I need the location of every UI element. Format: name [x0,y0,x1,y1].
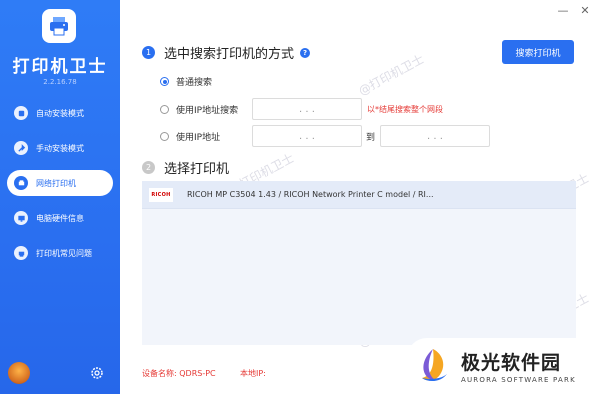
radio-ip-search[interactable]: 使用IP地址搜索 [160,103,238,116]
avatar[interactable] [8,362,30,384]
minimize-button[interactable]: — [556,4,570,18]
sidebar-item-manual-install[interactable]: 手动安装模式 [7,135,113,161]
sidebar-item-auto-install[interactable]: 自动安装模式 [7,100,113,126]
sidebar-item-label: 自动安装模式 [36,108,84,118]
printer-faq-icon [14,246,28,260]
sidebar-item-label: 手动安装模式 [36,143,84,153]
aurora-logo-icon [422,349,447,382]
brand-name-en: AURORA SOFTWARE PARK [461,376,576,384]
ricoh-logo: RICOH [149,187,173,202]
printer-list[interactable]: RICOH RICOH MP C3504 1.43 / RICOH Networ… [142,181,576,345]
ip-range-start-input[interactable]: . . . [252,125,362,147]
section-title-text: 选中搜索打印机的方式 [164,47,295,62]
search-printer-button[interactable]: 搜索打印机 [502,40,574,64]
watermark: @打印机卫士 [356,51,427,99]
sidebar-nav: 自动安装模式 手动安装模式 网络打印机 电脑硬件信息 打印机常见问题 [0,100,120,275]
range-to-label: 到 [366,133,376,143]
printer-row[interactable]: RICOH RICOH MP C3504 1.43 / RICOH Networ… [142,181,576,209]
monitor-icon [14,211,28,225]
radio-indicator[interactable] [160,77,169,86]
app-logo [42,9,76,43]
help-icon[interactable]: ? [300,47,311,58]
radio-indicator[interactable] [160,105,169,114]
section-title-text: 选择打印机 [164,162,230,177]
ip-range-end-input[interactable]: . . . [380,125,490,147]
brand-name-cn: 极光软件园 [461,352,562,374]
radio-normal-search[interactable]: 普通搜索 [160,75,212,88]
printer-logo-icon [50,17,68,36]
printer-name: RICOH MP C3504 1.43 / RICOH Network Prin… [187,190,434,199]
ip-hint-text: 以*结尾搜索整个网段 [367,105,443,114]
local-ip-label: 本地IP: [240,369,266,378]
brand-text: 极光软件园 AURORA SOFTWARE PARK [461,348,576,384]
device-name-label: 设备名称: QDRS-PC [142,369,216,378]
auto-install-icon [14,106,28,120]
step-number: 2 [142,161,155,174]
search-method-title: 1 选中搜索打印机的方式 ? [142,43,311,62]
app-version: 2.2.16.78 [43,78,77,86]
radio-label: 使用IP地址搜索 [176,106,239,116]
sidebar-item-label: 打印机常见问题 [36,248,92,258]
radio-indicator[interactable] [160,132,169,141]
sidebar-item-label: 电脑硬件信息 [36,213,84,223]
close-button[interactable]: ✕ [578,4,592,18]
app-title: 打印机卫士 [12,57,108,77]
ip-search-input[interactable]: . . . [252,98,362,120]
wrench-icon [14,141,28,155]
step-number: 1 [142,46,155,59]
network-printer-icon [14,176,28,190]
radio-label: 普通搜索 [176,78,213,88]
sidebar-item-printer-faq[interactable]: 打印机常见问题 [7,240,113,266]
sidebar-item-network-printer[interactable]: 网络打印机 [7,170,113,196]
sidebar: 打印机卫士 2.2.16.78 自动安装模式 手动安装模式 网络打印机 电脑硬件… [0,0,120,394]
sidebar-item-hardware-info[interactable]: 电脑硬件信息 [7,205,113,231]
brand-watermark: 极光软件园 AURORA SOFTWARE PARK [407,338,600,394]
select-printer-title: 2 选择打印机 [142,158,229,177]
gear-icon[interactable] [90,366,104,380]
radio-label: 使用IP地址 [176,133,221,143]
radio-ip-range[interactable]: 使用IP地址 [160,130,220,143]
sidebar-item-label: 网络打印机 [36,178,76,188]
